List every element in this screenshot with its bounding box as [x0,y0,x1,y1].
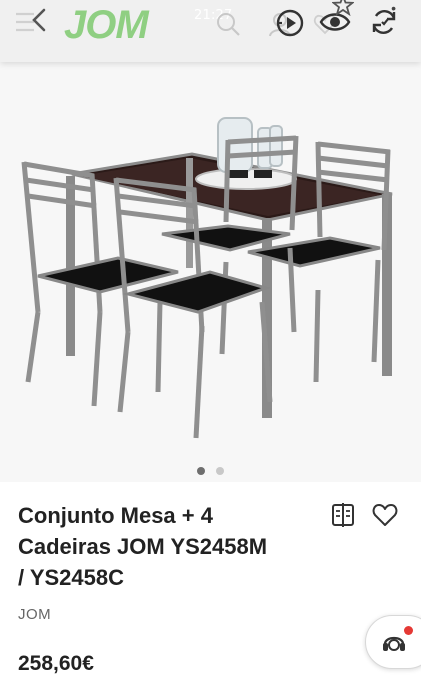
notification-dot [404,626,413,635]
gallery-dot-1[interactable] [197,467,206,475]
refresh-icon[interactable] [368,6,400,38]
product-image[interactable] [0,62,421,482]
play-icon[interactable] [274,7,306,39]
brand-logo[interactable]: JOM [64,3,149,48]
product-title-line-1: Conjunto Mesa + 4 [18,503,213,528]
product-title-line-3: / YS2458C [18,565,125,590]
product-title: Conjunto Mesa + 4 Cadeiras JOM YS2458M /… [18,500,318,593]
compare-icon[interactable] [330,502,356,528]
product-title-line-2: Cadeiras JOM YS2458M [18,534,268,559]
back-icon[interactable] [12,2,52,42]
product-price: 258,60€ [18,652,94,675]
gallery-pagination[interactable] [0,462,421,480]
product-brand[interactable]: JOM [18,606,51,623]
heart-outline-icon[interactable] [371,502,399,528]
product-photo-table-chairs [21,117,393,439]
chat-support-button[interactable] [365,615,421,669]
gallery-dot-2[interactable] [215,467,224,475]
star-icon[interactable] [332,0,354,16]
app-header: 21:27 • JOM [0,0,421,62]
search-icon[interactable] [214,10,242,38]
